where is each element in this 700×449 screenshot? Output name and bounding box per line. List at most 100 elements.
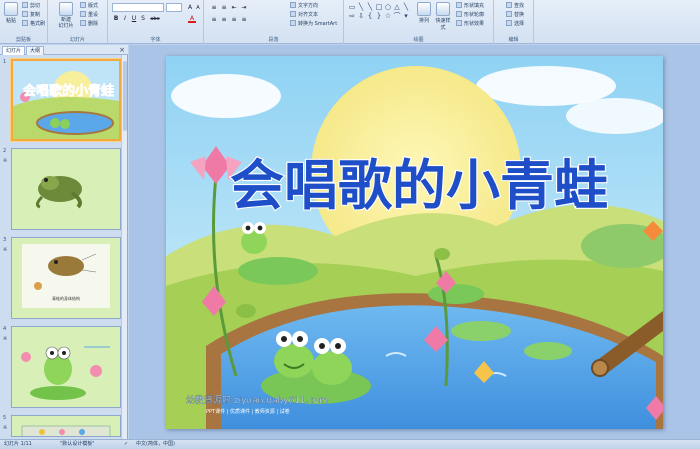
slide-thumbnail[interactable] [11,148,121,230]
format-painter-button[interactable]: 格式刷 [22,20,45,28]
clipboard-group-label: 剪贴板 [15,37,31,43]
copy-button[interactable]: 复制 [22,11,40,19]
slide-1-preview: 会唱歌的小青蛙 [13,61,119,139]
align-right-icon[interactable]: ≡ [230,16,238,24]
rectangle-shape-icon[interactable]: ▭ [348,3,356,11]
font-color-button[interactable]: A [188,15,196,23]
delete-button[interactable]: 删除 [80,20,98,28]
slide-title: 会唱歌的小青蛙 [230,154,608,217]
align-left-icon[interactable]: ≡ [210,16,218,24]
scrollbar-thumb[interactable] [123,61,127,131]
star-shape-icon[interactable]: ☆ [384,12,392,20]
paste-button[interactable]: 粘贴 [2,2,20,24]
new-slide-button[interactable]: 新建 幻灯片 [56,2,76,29]
brace-shape-icon[interactable]: { [366,12,374,20]
shape-outline-button[interactable]: 形状轮廓 [456,11,484,19]
shape-effects-button[interactable]: 形状效果 [456,20,484,28]
triangle-shape-icon[interactable]: △ [393,3,401,11]
underline-button[interactable]: U [130,15,138,23]
more-shapes-icon[interactable]: ▾ [402,12,410,20]
powerpoint-window: 粘贴 剪切 复制 格式刷 剪贴板 新建 幻灯片 版式 重设 删除 幻灯片 A A… [0,0,700,449]
drawing-group: ▭ ╲ ╲ □ ○ △ ╲ ⇨ ⇩ { } ☆ ⌒ ▾ 排列 快速样式 形状填充… [344,0,494,44]
shape-fill-button[interactable]: 形状填充 [456,2,484,10]
shrink-font-icon[interactable]: A [194,4,202,12]
brace-shape-icon[interactable]: } [375,12,383,20]
language[interactable]: 中文(简体，中国) [136,440,175,449]
watermark-text: 幼教资源网 ziyuan.baby611.com [186,394,328,406]
brush-icon [22,20,28,26]
arc-shape-icon[interactable]: ⌒ [393,12,401,20]
shape-outline-label: 形状轮廓 [464,12,485,18]
slide-number: 4 [3,326,7,332]
tab-outline[interactable]: 大纲 [26,46,45,55]
italic-button[interactable]: I [121,15,129,23]
align-center-icon[interactable]: ≡ [220,16,228,24]
quick-styles-button[interactable]: 快速样式 [434,2,452,31]
effects-icon [456,20,462,26]
slides-pane-scrollbar[interactable] [121,55,127,439]
align-text-button[interactable]: 对齐文本 [290,11,318,19]
select-icon [506,20,512,26]
quick-styles-label: 快速样式 [435,18,451,31]
shape-fill-label: 形状填充 [464,3,485,9]
line-shape-icon[interactable]: ╲ [357,3,365,11]
find-button[interactable]: 查找 [506,2,524,10]
strikethrough-button[interactable]: abe [148,15,162,23]
theme-name: "默认设计模板" [60,441,95,447]
slide-thumbnail[interactable] [11,326,121,408]
reset-button[interactable]: 重设 [80,11,98,19]
smartart-icon [290,20,296,26]
clipboard-group: 粘贴 剪切 复制 格式刷 剪贴板 [0,0,48,44]
rectangle-shape-icon[interactable]: □ [375,3,383,11]
fill-icon [456,2,462,8]
slide-3-preview: 青蛙的身体结构 [12,238,120,318]
select-button[interactable]: 选择 [506,20,524,28]
convert-smartart-button[interactable]: 转换为 SmartArt [290,20,337,28]
new-slide-label: 新建 幻灯片 [58,17,74,29]
current-slide[interactable]: 会唱歌的小青蛙 幼教资源网 ziyuan.baby611.com PPT课件 |… [166,56,663,429]
numbering-icon[interactable]: ≡ [220,4,228,12]
slides-pane: 幻灯片 大纲 × 1 会唱歌的小青蛙 2 ※ 3 ※ 青蛙的身体结构 4 ※ 5… [0,45,128,439]
cut-button[interactable]: 剪切 [22,2,40,10]
bold-button[interactable]: B [112,15,120,23]
slide-thumbnail[interactable]: 会唱歌的小青蛙 [11,59,121,141]
decrease-indent-icon[interactable]: ⇤ [230,4,238,12]
tab-slides[interactable]: 幻灯片 [2,46,26,55]
slide-editor: 会唱歌的小青蛙 幼教资源网 ziyuan.baby611.com PPT课件 |… [129,45,700,439]
shadow-button[interactable]: S [139,15,147,23]
slide-artwork: 会唱歌的小青蛙 幼教资源网 ziyuan.baby611.com PPT课件 |… [166,56,663,429]
layout-label: 版式 [88,3,99,9]
quick-styles-icon [436,2,450,16]
paste-icon [4,2,18,16]
text-direction-button[interactable]: 文字方向 [290,2,318,10]
line-shape-icon[interactable]: ╲ [402,3,410,11]
arrange-button[interactable]: 排列 [416,2,432,24]
cut-label: 剪切 [30,3,41,9]
grow-font-icon[interactable]: A [186,4,194,12]
font-size-select[interactable] [166,3,182,12]
slide-thumbnail[interactable] [11,415,121,437]
replace-button[interactable]: 替换 [506,11,524,19]
font-name-select[interactable] [112,3,164,12]
check-icon[interactable]: ✓ [124,440,128,449]
replace-icon [506,11,512,17]
arrow-right-shape-icon[interactable]: ⇨ [348,12,356,20]
justify-icon[interactable]: ≡ [240,16,248,24]
increase-indent-icon[interactable]: ⇥ [240,4,248,12]
replace-label: 替换 [514,12,525,18]
font-group: A A B I U S abe A 字体 [108,0,204,44]
oval-shape-icon[interactable]: ○ [384,3,392,11]
bullets-icon[interactable]: ≡ [210,4,218,12]
animation-icon: ※ [3,336,8,342]
shape-effects-label: 形状效果 [464,21,485,27]
animation-icon: ※ [3,247,8,253]
arrange-icon [417,2,431,16]
slide-5-preview [12,416,120,436]
scissors-icon [22,2,28,8]
line-shape-icon[interactable]: ╲ [366,3,374,11]
close-icon[interactable]: × [119,46,125,54]
text-direction-label: 文字方向 [298,3,319,9]
arrow-down-shape-icon[interactable]: ⇩ [357,12,365,20]
layout-button[interactable]: 版式 [80,2,98,10]
slide-thumbnail[interactable]: 青蛙的身体结构 [11,237,121,319]
